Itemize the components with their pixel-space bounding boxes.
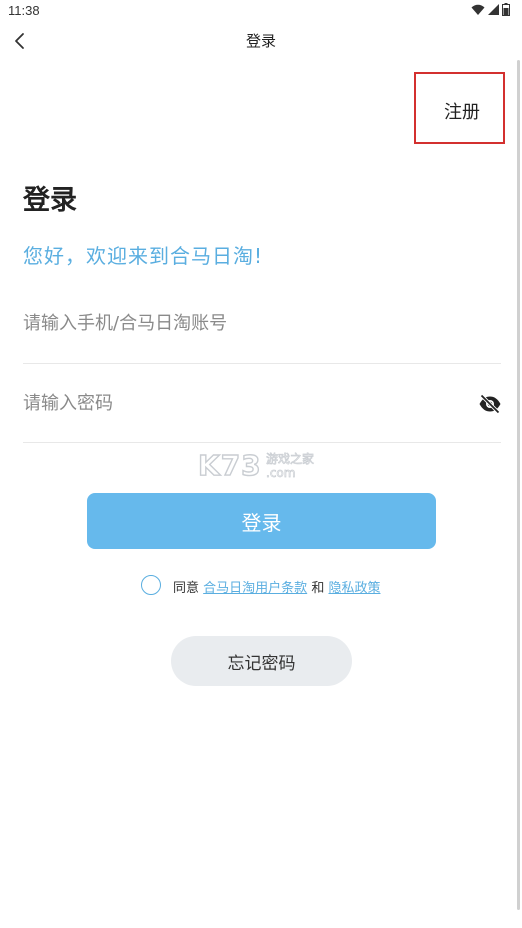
wifi-icon [471, 4, 485, 15]
svg-text:.com: .com [266, 466, 295, 480]
password-divider [23, 442, 501, 443]
svg-text:游戏之家: 游戏之家 [266, 451, 314, 466]
status-icons [471, 3, 510, 16]
nav-title: 登录 [245, 32, 276, 50]
login-button[interactable]: 登录 [87, 493, 436, 549]
welcome-text: 您好，欢迎来到合马日淘! [23, 244, 264, 268]
agreement-radio[interactable] [141, 575, 161, 595]
agreement-and: 和 [311, 581, 325, 596]
signal-icon [488, 4, 499, 15]
agreement-prefix: 同意 [173, 581, 200, 596]
k73-watermark-logo: K73 游戏之家 .com [197, 448, 314, 482]
account-input[interactable] [23, 298, 501, 348]
battery-icon [502, 3, 510, 16]
eye-off-icon[interactable] [478, 392, 502, 416]
terms-link[interactable]: 合马日淘用户条款 [203, 581, 307, 596]
page-heading: 登录 [23, 185, 77, 216]
scrollbar[interactable] [517, 60, 520, 910]
svg-text:K73: K73 [198, 449, 262, 482]
status-time: 11:38 [8, 3, 40, 18]
agreement-line: 同意 合马日淘用户条款 和 隐私政策 [173, 577, 380, 596]
password-input[interactable] [23, 378, 463, 428]
account-divider [23, 363, 501, 364]
privacy-link[interactable]: 隐私政策 [328, 581, 380, 596]
register-link[interactable]: 注册 [444, 98, 480, 124]
forgot-password-button[interactable]: 忘记密码 [171, 636, 352, 686]
